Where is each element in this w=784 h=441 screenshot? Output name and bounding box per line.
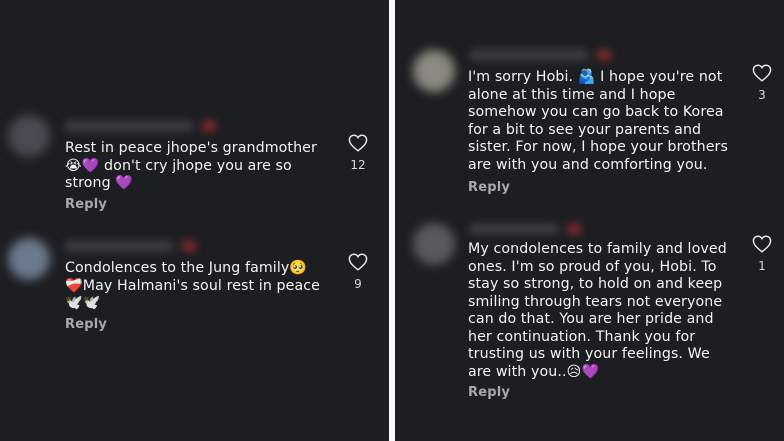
reply-button[interactable]: Reply [468,180,510,195]
comment-text: Rest in peace jhope's grandmother 😭💜 don… [65,140,335,193]
comment-line: can do that. You are her pride and [468,311,714,327]
comment-line: My condolences to family and loved [468,241,727,257]
comment-line: are with you and comforting you. [468,156,708,173]
avatar[interactable] [8,115,50,157]
comment-line: ❤️‍🩹May Halmani's soul rest in peace [65,277,320,294]
comment-line: trusting us with your feelings. We [468,346,710,362]
comment-line: her continuation. Thank you for [468,328,696,345]
username-blurred[interactable] [64,120,216,132]
comment-item: Condolences to the Jung family🥺 ❤️‍🩹May … [0,220,389,441]
heart-icon[interactable] [752,235,772,253]
comment-line: strong 💜 [65,175,134,191]
username-blurred[interactable] [64,240,196,252]
avatar[interactable] [413,223,455,265]
heart-icon[interactable] [348,253,368,271]
heart-icon[interactable] [752,64,772,82]
comment-line: somehow you can go back to Korea [468,104,724,120]
comment-line: for a bit to see your parents and [468,121,702,138]
comment-line: smiling through tears not everyone [468,293,723,310]
like-count: 12 [350,158,366,172]
comment-text: Condolences to the Jung family🥺 ❤️‍🩹May … [65,260,355,313]
badge-icon [202,120,216,132]
like-count: 9 [354,277,362,291]
comment-item: My condolences to family and loved ones.… [395,215,784,441]
badge-icon [597,49,611,61]
left-screenshot-panel: Rest in peace jhope's grandmother 😭💜 don… [0,0,389,441]
reply-button[interactable]: Reply [65,197,107,212]
like-control[interactable]: 9 [347,253,369,291]
heart-icon[interactable] [348,134,368,152]
comment-line: sister. For now, I hope your brothers [468,139,728,155]
like-control[interactable]: 1 [751,235,773,273]
comment-line: 🕊️🕊️ [65,295,101,311]
comment-text: My condolences to family and loved ones.… [468,241,753,381]
right-screenshot-panel: I'm sorry Hobi. 🫂 I hope you're not alon… [395,0,784,441]
comment-line: 😭💜 don't cry jhope you are so [65,157,292,174]
username-blurred[interactable] [469,223,581,235]
comment-line: alone at this time and I hope [468,86,676,103]
comment-line: stay so strong, to hold on and keep [468,276,723,292]
avatar[interactable] [413,50,455,92]
comment-line: I'm sorry Hobi. 🫂 I hope you're not [468,69,723,85]
username-blurred[interactable] [469,49,611,61]
avatar[interactable] [8,238,50,280]
comment-line: Condolences to the Jung family🥺 [65,260,308,276]
badge-icon [567,223,581,235]
comment-line: Rest in peace jhope's grandmother [65,140,317,156]
badge-icon [182,240,196,252]
like-control[interactable]: 3 [751,64,773,102]
like-control[interactable]: 12 [347,134,369,172]
reply-button[interactable]: Reply [65,317,107,332]
comment-line: are with you..😥💜 [468,363,600,380]
comment-line: ones. I'm so proud of you, Hobi. To [468,258,717,275]
like-count: 1 [758,259,766,273]
comment-text: I'm sorry Hobi. 🫂 I hope you're not alon… [468,69,753,174]
comment-item: I'm sorry Hobi. 🫂 I hope you're not alon… [395,0,784,215]
comment-item: Rest in peace jhope's grandmother 😭💜 don… [0,0,389,220]
like-count: 3 [758,88,766,102]
reply-button[interactable]: Reply [468,385,510,400]
